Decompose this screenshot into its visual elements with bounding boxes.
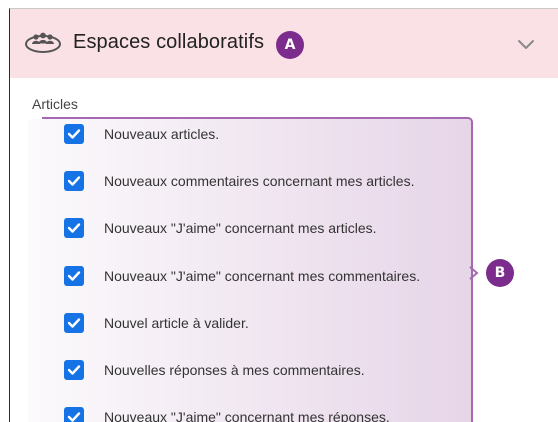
check-icon bbox=[67, 412, 81, 422]
option-label: Nouvelles réponses à mes commentaires. bbox=[104, 362, 365, 378]
check-icon bbox=[67, 271, 81, 281]
section-title: Espaces collaboratifs bbox=[73, 31, 265, 53]
option-label: Nouveaux "J'aime" concernant mes réponse… bbox=[104, 409, 390, 422]
option-label: Nouveaux commentaires concernant mes art… bbox=[104, 173, 415, 189]
check-icon bbox=[67, 223, 81, 233]
check-icon bbox=[67, 176, 81, 186]
option-new-articles[interactable]: Nouveaux articles. bbox=[64, 123, 484, 145]
option-label: Nouveaux "J'aime" concernant mes comment… bbox=[104, 268, 421, 284]
check-icon bbox=[67, 129, 81, 139]
checkbox[interactable] bbox=[64, 218, 84, 238]
option-likes-comments[interactable]: Nouveaux "J'aime" concernant mes comment… bbox=[64, 265, 484, 287]
option-new-comments[interactable]: Nouveaux commentaires concernant mes art… bbox=[64, 170, 484, 192]
annotation-badge-a: A bbox=[276, 31, 304, 59]
option-likes-replies[interactable]: Nouveaux "J'aime" concernant mes réponse… bbox=[64, 406, 484, 422]
option-label: Nouveaux "J'aime" concernant mes article… bbox=[104, 220, 377, 236]
section-header[interactable]: Espaces collaboratifs A bbox=[10, 9, 558, 78]
option-label: Nouveaux articles. bbox=[104, 126, 220, 142]
articles-section-label: Articles bbox=[32, 96, 78, 112]
check-icon bbox=[67, 318, 81, 328]
option-likes-articles[interactable]: Nouveaux "J'aime" concernant mes article… bbox=[64, 217, 484, 239]
collaborative-spaces-panel: Espaces collaboratifs A Articles B Nouve… bbox=[9, 8, 558, 422]
group-icon bbox=[24, 29, 62, 57]
option-article-to-validate[interactable]: Nouvel article à valider. bbox=[64, 312, 484, 334]
checkbox[interactable] bbox=[64, 171, 84, 191]
checkbox[interactable] bbox=[64, 266, 84, 286]
checkbox[interactable] bbox=[64, 313, 84, 333]
annotation-badge-b: B bbox=[486, 259, 514, 287]
checkbox[interactable] bbox=[64, 360, 84, 380]
option-label: Nouvel article à valider. bbox=[104, 315, 249, 331]
checkbox[interactable] bbox=[64, 407, 84, 422]
check-icon bbox=[67, 365, 81, 375]
checkbox[interactable] bbox=[64, 124, 84, 144]
chevron-down-icon[interactable] bbox=[516, 37, 536, 51]
option-replies-comments[interactable]: Nouvelles réponses à mes commentaires. bbox=[64, 359, 484, 381]
